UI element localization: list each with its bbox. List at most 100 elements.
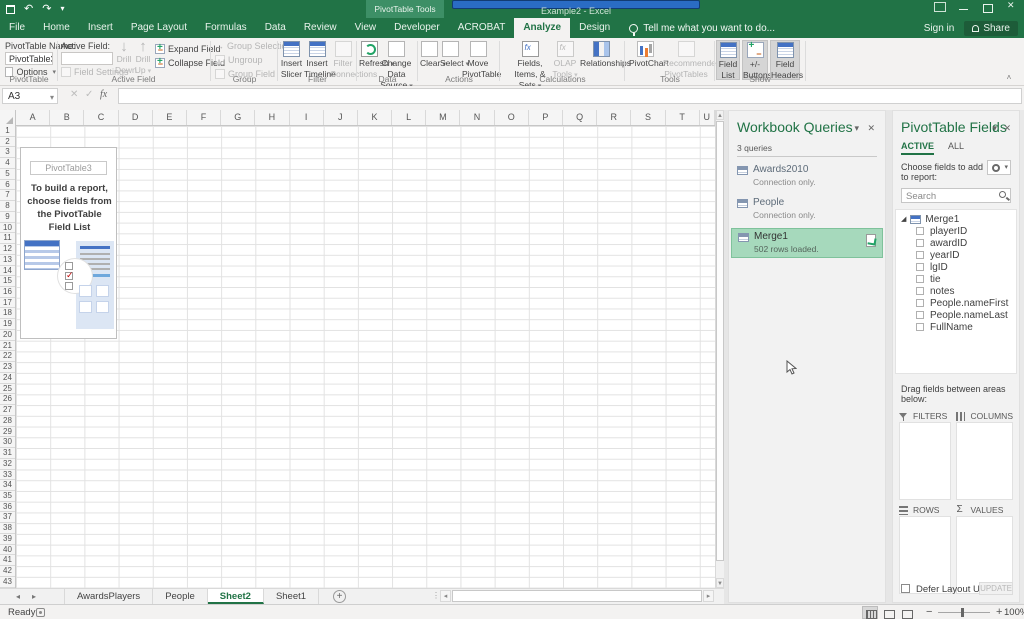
customize-qat-icon[interactable]: ▾ [60, 2, 64, 16]
sheet-tab-awardsplayers[interactable]: AwardsPlayers [64, 589, 153, 604]
next-sheet-icon[interactable]: ▸ [26, 589, 42, 604]
field-item-awardid[interactable]: awardID [896, 237, 1016, 249]
ribbon-tab-formulas[interactable]: Formulas [196, 18, 256, 38]
row-header-15[interactable]: 15 [0, 276, 15, 287]
row-header-37[interactable]: 37 [0, 512, 15, 523]
field-item-yearid[interactable]: yearID [896, 249, 1016, 261]
row-header-29[interactable]: 29 [0, 427, 15, 438]
scroll-up-icon[interactable]: ▲ [716, 110, 724, 120]
field-item-fullname[interactable]: FullName [896, 321, 1016, 333]
ribbon-tab-acrobat[interactable]: ACROBAT [449, 18, 515, 38]
queries-pane-menu-icon[interactable] [854, 123, 859, 134]
zoom-slider-track[interactable] [938, 612, 990, 613]
page-break-view-icon[interactable] [898, 606, 914, 619]
column-header-b[interactable]: B [50, 110, 84, 125]
drill-down-button[interactable]: ↓Drill Down [115, 40, 133, 76]
field-checkbox[interactable] [916, 239, 924, 247]
ribbon-tab-review[interactable]: Review [295, 18, 346, 38]
cancel-icon[interactable]: ✕ [70, 89, 78, 100]
zoom-out-icon[interactable]: − [926, 606, 932, 618]
field-checkbox[interactable] [916, 227, 924, 235]
row-header-6[interactable]: 6 [0, 180, 15, 191]
column-header-t[interactable]: T [666, 110, 700, 125]
ribbon-tab-file[interactable]: File [0, 18, 34, 38]
row-header-1[interactable]: 1 [0, 126, 15, 137]
column-header-p[interactable]: P [529, 110, 563, 125]
column-header-a[interactable]: A [16, 110, 50, 125]
redo-icon[interactable]: ↷ [42, 2, 51, 16]
minimize-icon[interactable] [958, 2, 970, 12]
query-item-people[interactable]: PeopleConnection only. [731, 195, 883, 223]
row-header-5[interactable]: 5 [0, 169, 15, 180]
column-header-c[interactable]: C [84, 110, 118, 125]
defer-layout-checkbox[interactable] [901, 584, 910, 593]
column-header-e[interactable]: E [153, 110, 187, 125]
row-header-19[interactable]: 19 [0, 319, 15, 330]
ribbon-tab-page-layout[interactable]: Page Layout [122, 18, 196, 38]
normal-view-icon[interactable] [862, 606, 878, 619]
pivotchart-button[interactable]: PivotChart [629, 40, 661, 69]
row-header-7[interactable]: 7 [0, 190, 15, 201]
sheet-tab-people[interactable]: People [153, 589, 208, 604]
column-header-g[interactable]: G [221, 110, 255, 125]
close-icon[interactable] [1006, 2, 1018, 12]
scroll-down-icon[interactable]: ▼ [716, 578, 724, 588]
row-header-42[interactable]: 42 [0, 566, 15, 577]
page-layout-view-icon[interactable] [880, 606, 896, 619]
horizontal-scroll-thumb[interactable] [452, 590, 702, 602]
ribbon-tab-analyze[interactable]: Analyze [514, 18, 570, 38]
tools-dropdown-button[interactable] [987, 160, 1011, 175]
row-header-16[interactable]: 16 [0, 287, 15, 298]
row-header-18[interactable]: 18 [0, 308, 15, 319]
restore-icon[interactable] [982, 2, 994, 12]
tell-me-box[interactable]: Tell me what you want to do... [619, 18, 775, 38]
drill-up-button[interactable]: ↑Drill Up [134, 40, 152, 76]
relationships-button[interactable]: Relationships [580, 40, 622, 69]
row-header-34[interactable]: 34 [0, 480, 15, 491]
column-header-r[interactable]: R [597, 110, 631, 125]
pane-scroll-strip[interactable] [1020, 110, 1024, 603]
row-header-26[interactable]: 26 [0, 394, 15, 405]
row-header-40[interactable]: 40 [0, 545, 15, 556]
worksheet-cells[interactable] [16, 126, 715, 588]
horizontal-scrollbar[interactable]: ◂ ▸ [440, 590, 714, 602]
field-item-tie[interactable]: tie [896, 273, 1016, 285]
zoom-level-label[interactable]: 100% [1004, 607, 1024, 618]
field-checkbox[interactable] [916, 251, 924, 259]
row-header-23[interactable]: 23 [0, 362, 15, 373]
column-header-k[interactable]: K [358, 110, 392, 125]
tab-active[interactable]: ACTIVE [901, 141, 934, 155]
ribbon-tab-design[interactable]: Design [570, 18, 619, 38]
field-checkbox[interactable] [916, 311, 924, 319]
field-checkbox[interactable] [916, 275, 924, 283]
collapse-ribbon-icon[interactable]: ˄ [1004, 74, 1014, 82]
row-header-41[interactable]: 41 [0, 555, 15, 566]
sheet-tab-sheet1[interactable]: Sheet1 [264, 589, 319, 604]
query-item-merge1[interactable]: Merge1502 rows loaded. [731, 228, 883, 258]
row-header-32[interactable]: 32 [0, 459, 15, 470]
select-all-corner[interactable] [0, 110, 16, 126]
field-checkbox[interactable] [916, 287, 924, 295]
column-header-n[interactable]: N [460, 110, 494, 125]
vertical-scrollbar[interactable]: ▲ ▼ [715, 110, 724, 588]
row-header-38[interactable]: 38 [0, 523, 15, 534]
row-header-22[interactable]: 22 [0, 351, 15, 362]
row-header-28[interactable]: 28 [0, 416, 15, 427]
row-header-11[interactable]: 11 [0, 233, 15, 244]
row-header-33[interactable]: 33 [0, 470, 15, 481]
area-dropzone-columns[interactable] [956, 422, 1013, 500]
row-header-2[interactable]: 2 [0, 137, 15, 148]
ribbon-tab-developer[interactable]: Developer [385, 18, 449, 38]
active-field-input[interactable] [61, 52, 113, 65]
fields-pane-menu-icon[interactable] [992, 123, 997, 134]
prev-sheet-icon[interactable]: ◂ [10, 589, 26, 604]
row-header-35[interactable]: 35 [0, 491, 15, 502]
row-header-20[interactable]: 20 [0, 330, 15, 341]
field-item-people-namefirst[interactable]: People.nameFirst [896, 297, 1016, 309]
group-selection-button[interactable]: →Group Selection [215, 41, 276, 51]
formula-input[interactable] [118, 88, 1022, 104]
undo-icon[interactable]: ↶ [24, 2, 33, 16]
row-header-13[interactable]: 13 [0, 255, 15, 266]
row-header-27[interactable]: 27 [0, 405, 15, 416]
row-header-30[interactable]: 30 [0, 437, 15, 448]
